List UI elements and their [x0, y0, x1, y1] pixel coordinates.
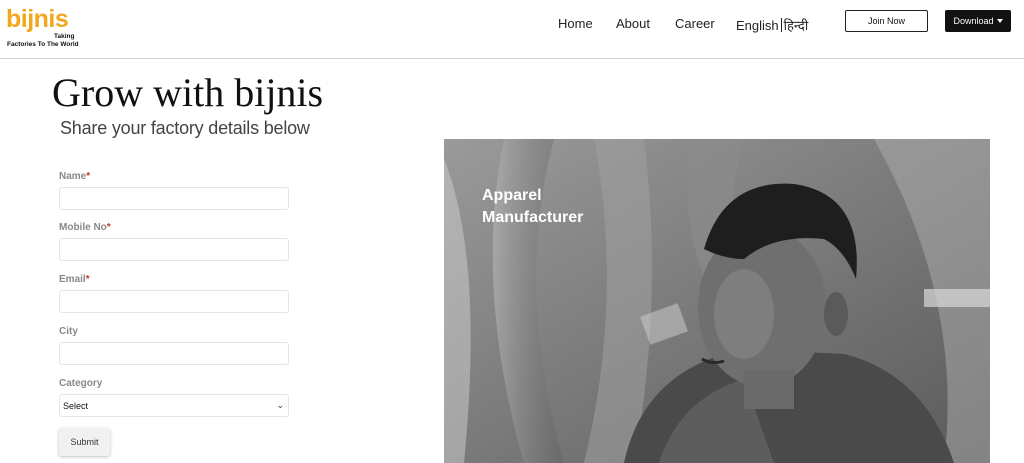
category-select[interactable]: Select ⌄ — [59, 394, 289, 417]
category-label: Category — [59, 378, 103, 389]
email-label: Email* — [59, 274, 90, 285]
caption-line-2: Manufacturer — [482, 209, 584, 226]
bijnis-logo[interactable]: bijnis Taking Factories To The World — [6, 6, 86, 50]
category-selected-value: Select — [63, 400, 89, 411]
download-label: Download — [953, 16, 994, 26]
page-subtitle: Share your factory details below — [60, 118, 310, 138]
required-asterisk: * — [106, 222, 111, 233]
mobile-input[interactable] — [59, 238, 289, 261]
nav-career[interactable]: Career — [675, 16, 715, 31]
join-now-button[interactable]: Join Now — [845, 10, 928, 32]
nav-home[interactable]: Home — [558, 16, 593, 31]
name-label: Name* — [59, 171, 91, 182]
caret-down-icon — [996, 19, 1003, 23]
city-label: City — [59, 326, 78, 337]
hero-photo: Apparel Manufacturer — [444, 139, 990, 463]
download-button[interactable]: Download — [945, 10, 1011, 32]
lang-divider — [780, 18, 782, 32]
city-input[interactable] — [59, 342, 289, 365]
lang-hindi[interactable]: हिन्दी — [784, 18, 809, 33]
lang-english[interactable]: English — [736, 18, 779, 33]
logo-wordmark: bijnis — [6, 5, 69, 33]
required-asterisk: * — [86, 171, 91, 182]
logo-taking-text: Taking — [54, 33, 75, 40]
email-input[interactable] — [59, 290, 289, 313]
required-asterisk: * — [85, 274, 90, 285]
mobile-label: Mobile No* — [59, 222, 111, 233]
chevron-down-icon: ⌄ — [276, 400, 284, 410]
caption-line-1: Apparel — [482, 187, 542, 204]
nav-about[interactable]: About — [616, 16, 650, 31]
submit-label: Submit — [70, 437, 99, 447]
photo-caption: Apparel Manufacturer — [482, 185, 583, 229]
page-title: Grow with bijnis — [52, 70, 324, 115]
name-input[interactable] — [59, 187, 289, 210]
join-now-label: Join Now — [867, 16, 905, 26]
site-header: bijnis Taking Factories To The World Hom… — [0, 0, 1024, 59]
submit-button[interactable]: Submit — [59, 428, 110, 456]
logo-tagline: Factories To The World — [7, 41, 79, 48]
language-switcher: English हिन्दी — [736, 16, 808, 34]
